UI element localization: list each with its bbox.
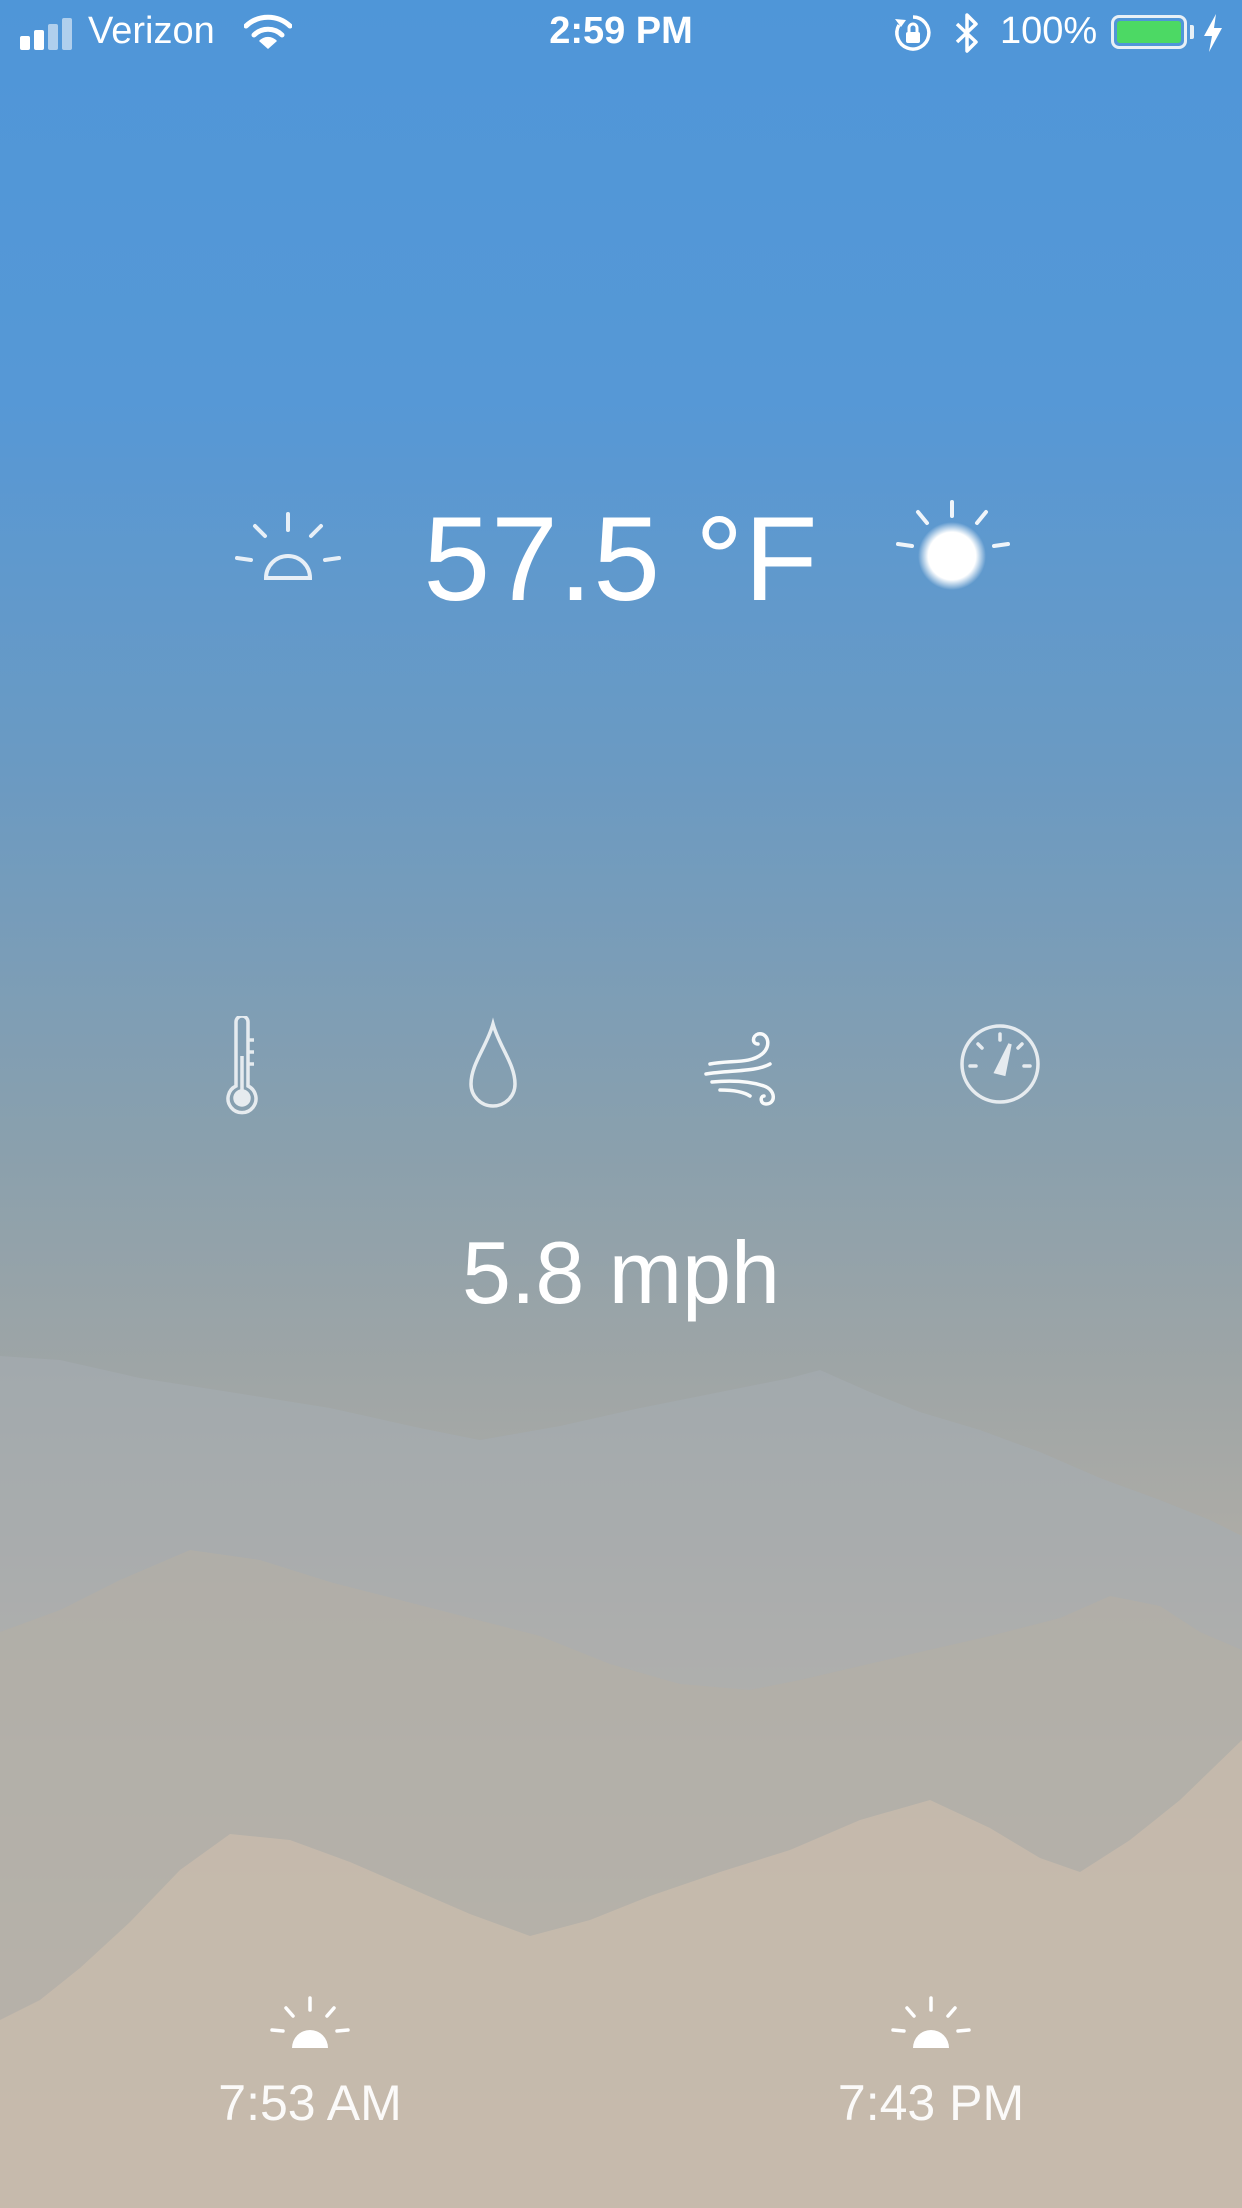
wind-icon[interactable] <box>700 1016 796 1116</box>
sunset-time: 7:43 PM <box>837 2075 1025 2131</box>
sunrise-icon <box>270 1996 350 2048</box>
sunset-icon <box>891 1996 971 2048</box>
orientation-lock-icon <box>895 15 931 51</box>
pressure-gauge-icon[interactable] <box>952 1016 1048 1116</box>
bluetooth-icon <box>955 13 978 53</box>
status-bar: Verizon 2:59 PM 100% <box>0 0 1242 66</box>
thermometer-icon[interactable] <box>194 1014 290 1116</box>
battery-percentage: 100% <box>1000 10 1098 52</box>
metric-value: 5.8 mph <box>462 1223 780 1322</box>
temperature-value: 57.5 °F <box>423 492 819 626</box>
sunrise-time: 7:53 AM <box>218 2075 402 2131</box>
charging-icon <box>1204 14 1222 52</box>
sunrise-block: 7:53 AM <box>160 1996 460 2132</box>
humidity-drop-icon[interactable] <box>445 1016 541 1116</box>
sun-icon[interactable] <box>894 496 1014 596</box>
battery-icon <box>1111 15 1187 49</box>
mountain-silhouettes <box>0 1356 1242 2208</box>
sunset-block: 7:43 PM <box>781 1996 1081 2132</box>
battery-nub <box>1190 25 1194 39</box>
